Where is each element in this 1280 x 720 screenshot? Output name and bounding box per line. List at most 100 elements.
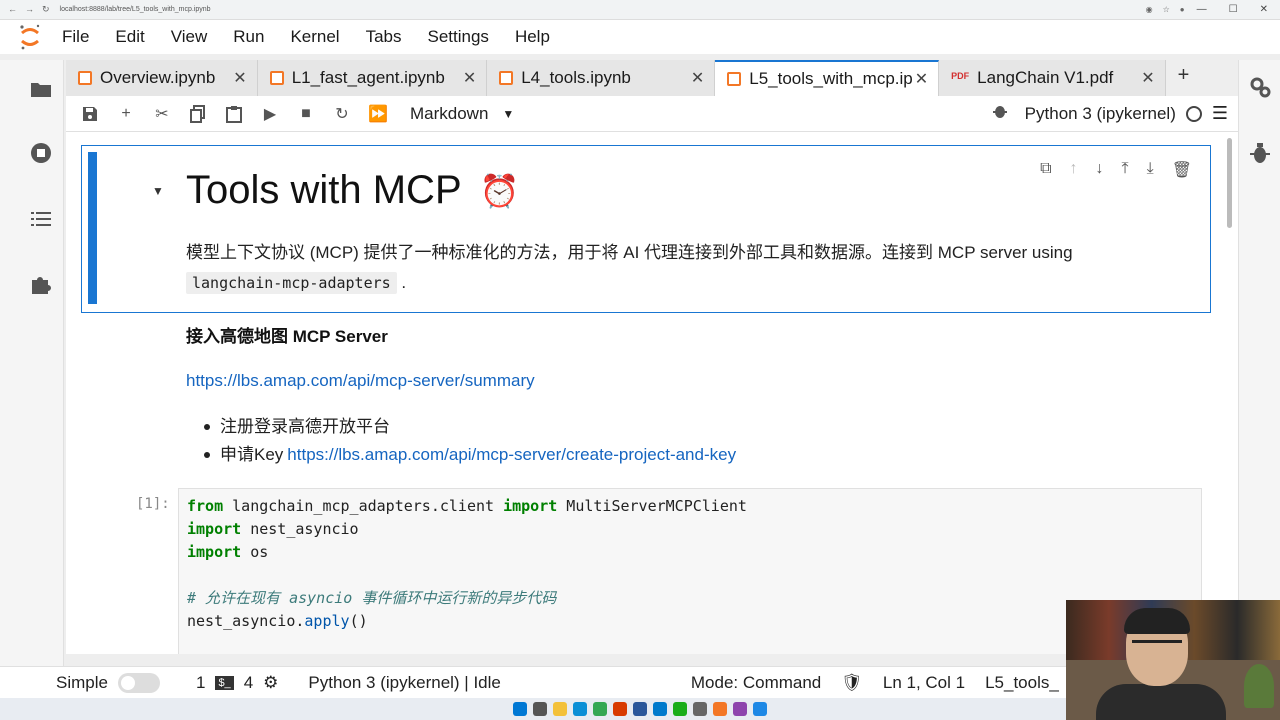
paragraph-end: .: [401, 273, 407, 292]
move-down-icon[interactable]: ↓: [1096, 160, 1104, 180]
stop-icon[interactable]: ■: [288, 99, 324, 129]
start-icon[interactable]: [513, 702, 527, 716]
tab-l1-fast-agent[interactable]: L1_fast_agent.ipynb ✕: [257, 60, 488, 96]
maximize-icon[interactable]: ☐: [1229, 4, 1238, 15]
cell-collapser[interactable]: [88, 152, 97, 304]
terminal-count: 1: [195, 672, 206, 692]
tab-overview[interactable]: Overview.ipynb ✕: [66, 60, 258, 96]
bug-icon[interactable]: [992, 103, 1007, 124]
paste-icon[interactable]: [216, 99, 252, 129]
delete-cell-icon[interactable]: 🗑: [1172, 160, 1192, 180]
cursor-position[interactable]: Ln 1, Col 1: [883, 673, 965, 693]
jupyter-logo-icon: [0, 20, 60, 54]
code-comment: # 允许在现有 asyncio 事件循环中运行新的异步代码: [187, 589, 557, 607]
cell-type-select[interactable]: Markdown ▼: [410, 104, 514, 124]
inline-code: langchain-mcp-adapters: [186, 272, 397, 294]
left-sidebar: [0, 60, 64, 672]
menu-edit[interactable]: Edit: [113, 25, 146, 49]
app-icon[interactable]: [753, 702, 767, 716]
kernel-counts[interactable]: 1 $_ 4 ⚙: [196, 673, 278, 693]
browser-bar: ← → ↻ localhost:8888/lab/tree/L5_tools_w…: [0, 0, 1280, 20]
reload-icon[interactable]: ↻: [42, 4, 50, 15]
menu-view[interactable]: View: [169, 25, 210, 49]
tab-label: L1_fast_agent.ipynb: [291, 68, 445, 87]
word-icon[interactable]: [633, 702, 647, 716]
property-inspector-icon[interactable]: [1247, 74, 1273, 100]
table-of-contents-icon[interactable]: [28, 206, 54, 232]
add-cell-icon[interactable]: +: [108, 99, 144, 129]
menu-file[interactable]: File: [60, 25, 91, 49]
document-tabbar: Overview.ipynb ✕ L1_fast_agent.ipynb ✕ L…: [66, 58, 1238, 96]
module-name: langchain_mcp_adapters.client: [223, 497, 504, 515]
menu-help[interactable]: Help: [513, 25, 552, 49]
kernel-status[interactable]: Python 3 (ipykernel) | Idle: [308, 673, 500, 693]
close-icon[interactable]: ✕: [233, 68, 246, 88]
app-icon[interactable]: [733, 702, 747, 716]
tab-l4-tools[interactable]: L4_tools.ipynb ✕: [487, 60, 716, 96]
bullet-icon: [204, 424, 210, 430]
app-icon[interactable]: [613, 702, 627, 716]
folder-icon[interactable]: [28, 76, 54, 102]
extension-icon[interactable]: ◉: [1146, 5, 1153, 14]
menu-tabs[interactable]: Tabs: [364, 25, 404, 49]
call-parens: (): [349, 612, 368, 630]
edge-icon[interactable]: [573, 702, 587, 716]
run-icon[interactable]: ▶: [252, 99, 288, 129]
profile-icon[interactable]: ●: [1180, 5, 1185, 14]
glasses: [1132, 640, 1182, 652]
insert-below-icon[interactable]: ⤓: [1147, 160, 1154, 180]
run-all-icon[interactable]: ⏩: [360, 99, 396, 129]
menu-settings[interactable]: Settings: [426, 25, 491, 49]
app-icon[interactable]: [713, 702, 727, 716]
tab-langchain-pdf[interactable]: PDF LangChain V1.pdf ✕: [939, 60, 1166, 96]
copy-icon[interactable]: [180, 99, 216, 129]
kernel-count: 4: [243, 672, 254, 692]
back-icon[interactable]: ←: [8, 4, 17, 15]
minimize-icon[interactable]: —: [1197, 4, 1207, 15]
restart-icon[interactable]: ↻: [324, 99, 360, 129]
code-cell[interactable]: from langchain_mcp_adapters.client impor…: [178, 488, 1202, 654]
insert-above-icon[interactable]: ⤒: [1122, 160, 1129, 180]
duplicate-cell-icon[interactable]: ⧉: [1040, 160, 1051, 180]
close-window-icon[interactable]: ✕: [1260, 4, 1268, 15]
running-kernels-icon[interactable]: [28, 140, 54, 166]
pdf-icon: PDF: [951, 71, 970, 81]
webcam-overlay: [1066, 600, 1280, 720]
trusted-icon[interactable]: 🛡: [841, 673, 863, 693]
amap-summary-link[interactable]: https://lbs.amap.com/api/mcp-server/summ…: [186, 371, 1186, 391]
close-icon[interactable]: ✕: [915, 69, 928, 89]
new-tab-icon[interactable]: +: [1178, 64, 1190, 87]
save-icon[interactable]: [72, 99, 108, 129]
close-icon[interactable]: ✕: [463, 68, 476, 88]
kernel-name[interactable]: Python 3 (ipykernel): [1025, 104, 1176, 124]
file-explorer-icon[interactable]: [553, 702, 567, 716]
file-name: L5_tools_: [985, 672, 1059, 692]
menu-run[interactable]: Run: [231, 25, 266, 49]
chrome-icon[interactable]: [593, 702, 607, 716]
wechat-icon[interactable]: [673, 702, 687, 716]
close-icon[interactable]: ✕: [691, 68, 704, 88]
person-hair: [1124, 608, 1190, 634]
menu-kernel[interactable]: Kernel: [288, 25, 341, 49]
cut-icon[interactable]: ✂: [144, 99, 180, 129]
vscode-icon[interactable]: [653, 702, 667, 716]
import-name: MultiServerMCPClient: [557, 497, 747, 515]
address-bar[interactable]: localhost:8888/lab/tree/L5_tools_with_mc…: [60, 6, 211, 13]
collapse-heading-icon[interactable]: ▼: [152, 184, 164, 198]
scrollbar[interactable]: [1227, 138, 1232, 228]
menu-icon[interactable]: ☰: [1212, 103, 1228, 124]
close-icon[interactable]: ✕: [1141, 68, 1154, 88]
terminal-app-icon[interactable]: [693, 702, 707, 716]
search-icon[interactable]: [533, 702, 547, 716]
tab-l5-tools-with-mcp[interactable]: L5_tools_with_mcp.ip ✕: [715, 60, 940, 96]
move-up-icon[interactable]: ↑: [1070, 160, 1078, 180]
object-name: nest_asyncio.: [187, 612, 305, 630]
debugger-icon[interactable]: [1247, 140, 1273, 166]
markdown-cell-amap[interactable]: 接入高德地图 MCP Server https://lbs.amap.com/a…: [186, 322, 1186, 469]
simple-mode-toggle[interactable]: [117, 672, 160, 693]
forward-icon[interactable]: →: [25, 4, 34, 15]
create-key-link[interactable]: https://lbs.amap.com/api/mcp-server/crea…: [287, 441, 736, 469]
extensions-icon[interactable]: [28, 272, 54, 298]
bookmark-icon[interactable]: ☆: [1163, 5, 1170, 14]
markdown-cell-selected[interactable]: ⧉ ↑ ↓ ⤒ ⤓ 🗑 ▼ Tools with MCP ⏰ 模型上下文协议 (…: [81, 145, 1211, 313]
